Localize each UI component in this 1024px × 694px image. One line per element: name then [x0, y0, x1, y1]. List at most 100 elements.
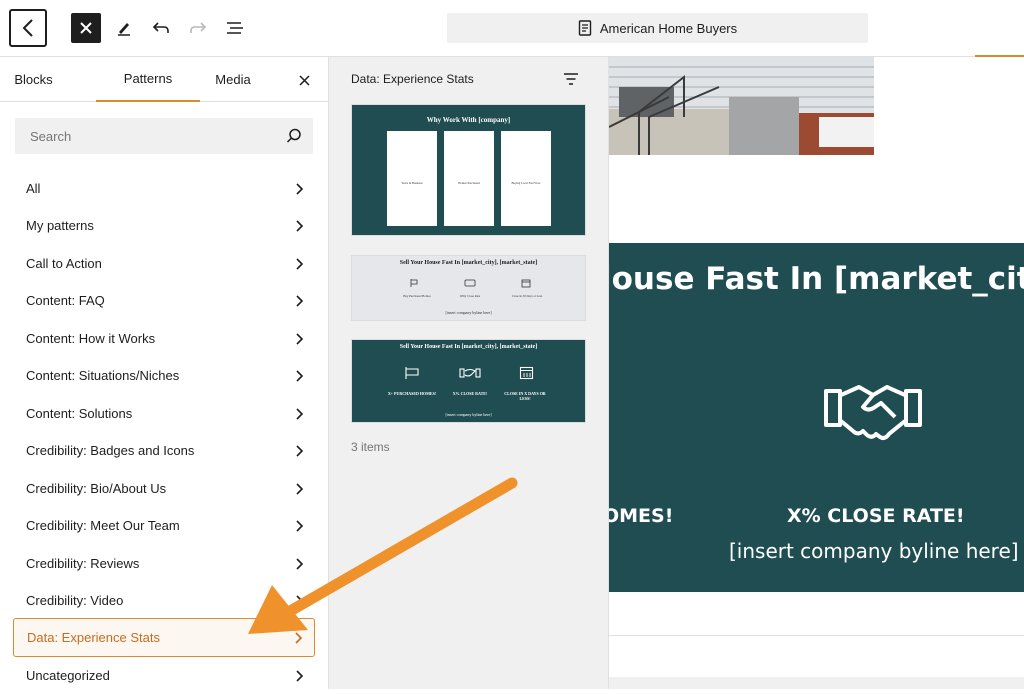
- category-label: All: [26, 181, 41, 196]
- pattern-category-panel: Data: Experience Stats Why Work With [co…: [329, 57, 609, 689]
- redo-icon: [190, 22, 207, 33]
- preview-stat: Willy Close Rate: [459, 294, 481, 298]
- list-view-icon: [227, 22, 243, 34]
- preview-heading: Sell Your House Fast In [market_city], […: [399, 260, 538, 266]
- category-data-experience-stats[interactable]: Data: Experience Stats: [13, 618, 315, 657]
- pattern-category-title: Data: Experience Stats: [351, 72, 474, 86]
- document-overview-button[interactable]: [220, 13, 250, 43]
- category-credibility-reviews[interactable]: Credibility: Reviews: [13, 545, 315, 582]
- chevron-right-icon: [296, 483, 304, 495]
- stat-close-rate[interactable]: X% CLOSE RATE!: [787, 505, 965, 527]
- close-icon: [298, 74, 310, 86]
- chevron-right-icon: [296, 595, 304, 607]
- document-title: American Home Buyers: [599, 20, 738, 36]
- chevron-right-icon: [296, 408, 304, 420]
- editor-canvas[interactable]: louse Fast In [market_city OMES! X% CLOS…: [609, 57, 1024, 689]
- chevron-right-icon: [296, 295, 304, 307]
- pattern-count: 3 items: [351, 440, 390, 454]
- editor-top-toolbar: American Home Buyers: [0, 0, 1024, 58]
- tab-media[interactable]: Media: [200, 57, 266, 102]
- inserter-tabs: Blocks Patterns Media: [0, 57, 329, 102]
- category-label: Content: How it Works: [26, 331, 156, 346]
- preview-byline: [insert company byline here]: [445, 412, 492, 417]
- chevron-right-icon: [296, 520, 304, 532]
- category-content-situations[interactable]: Content: Situations/Niches: [13, 357, 315, 394]
- chevron-right-icon: [296, 220, 304, 232]
- category-label: Uncategorized: [26, 668, 110, 683]
- undo-button[interactable]: [146, 13, 176, 43]
- pencil-icon: [118, 23, 130, 36]
- tab-blocks[interactable]: Blocks: [0, 57, 67, 102]
- close-inserter-button[interactable]: [71, 13, 101, 43]
- category-content-faq[interactable]: Content: FAQ: [13, 282, 315, 319]
- house-photo: [609, 57, 874, 155]
- category-uncategorized[interactable]: Uncategorized: [13, 657, 315, 694]
- chevron-right-icon: [296, 333, 304, 345]
- pattern-preview-sell-your-house-light[interactable]: Sell Your House Fast In [market_city], […: [351, 255, 586, 321]
- category-credibility-badges[interactable]: Credibility: Badges and Icons: [13, 432, 315, 469]
- undo-icon: [152, 22, 169, 33]
- close-panel-button[interactable]: [292, 68, 316, 92]
- chevron-right-icon: [296, 183, 304, 195]
- calendar-icon: [519, 366, 534, 380]
- document-title-bar[interactable]: American Home Buyers: [447, 13, 868, 43]
- chevron-right-icon: [295, 632, 303, 644]
- category-call-to-action[interactable]: Call to Action: [13, 245, 315, 282]
- stat-homes-purchased[interactable]: OMES!: [609, 505, 673, 527]
- category-label: Credibility: Meet Our Team: [26, 518, 180, 533]
- preview-card: Buying Local Fast Wow: [501, 131, 551, 226]
- redo-button[interactable]: [183, 13, 213, 43]
- handshake-icon: [459, 368, 481, 378]
- preview-stat: Buy Purchased Homes: [403, 294, 431, 298]
- preview-heading: Sell Your House Fast In [market_city], […: [399, 344, 538, 350]
- handshake-icon: [464, 279, 476, 287]
- category-content-how-it-works[interactable]: Content: How it Works: [13, 320, 315, 357]
- preview-card: Homes Purchased: [444, 131, 494, 226]
- tools-button[interactable]: [109, 13, 139, 43]
- calendar-icon: [521, 279, 531, 288]
- back-button[interactable]: [9, 9, 47, 47]
- preview-stat: X+ PURCHASED HOMES!: [387, 391, 437, 396]
- pattern-search: [15, 118, 313, 154]
- preview-stat: Close In 30 Days or Less: [511, 294, 543, 298]
- category-my-patterns[interactable]: My patterns: [13, 207, 315, 244]
- search-icon[interactable]: [285, 127, 303, 145]
- pattern-preview-why-work-with[interactable]: Why Work With [company] Years In Busines…: [351, 104, 586, 236]
- sign-icon: [405, 367, 419, 379]
- company-byline[interactable]: [insert company byline here]: [729, 539, 1019, 563]
- category-label: Content: FAQ: [26, 293, 105, 308]
- handshake-icon: [824, 385, 922, 440]
- category-all[interactable]: All: [13, 170, 315, 207]
- chevron-right-icon: [296, 370, 304, 382]
- preview-card-label: Years In Business: [401, 181, 423, 185]
- chevron-right-icon: [296, 558, 304, 570]
- category-label: Credibility: Video: [26, 593, 124, 608]
- category-label: Content: Solutions: [26, 406, 133, 421]
- chevron-right-icon: [296, 670, 304, 682]
- stats-heading[interactable]: louse Fast In [market_city: [609, 261, 1024, 297]
- preview-stat: CLOSE IN X DAYS OR LESS!: [504, 391, 546, 401]
- house-image: [609, 57, 874, 155]
- category-credibility-video[interactable]: Credibility: Video: [13, 582, 315, 619]
- category-label: Call to Action: [26, 256, 102, 271]
- category-label: Data: Experience Stats: [27, 630, 160, 645]
- page-icon: [578, 20, 592, 36]
- category-label: Credibility: Badges and Icons: [26, 443, 195, 458]
- category-label: Credibility: Bio/About Us: [26, 481, 167, 496]
- stats-section[interactable]: louse Fast In [market_city OMES! X% CLOS…: [609, 243, 1024, 592]
- tab-patterns[interactable]: Patterns: [96, 57, 200, 102]
- preview-stat: X% CLOSE RATE!: [452, 391, 488, 396]
- search-input[interactable]: [15, 118, 275, 154]
- divider: [609, 635, 1024, 636]
- filter-icon[interactable]: [562, 70, 580, 88]
- category-credibility-team[interactable]: Credibility: Meet Our Team: [13, 507, 315, 544]
- chevron-right-icon: [296, 258, 304, 270]
- pattern-preview-sell-your-house-dark[interactable]: Sell Your House Fast In [market_city], […: [351, 339, 586, 423]
- category-credibility-bio[interactable]: Credibility: Bio/About Us: [13, 470, 315, 507]
- chevron-right-icon: [296, 445, 304, 457]
- preview-byline: [insert company byline here]: [445, 310, 492, 315]
- category-label: Content: Situations/Niches: [26, 368, 180, 383]
- category-content-solutions[interactable]: Content: Solutions: [13, 395, 315, 432]
- preview-card-label: Buying Local Fast Wow: [511, 181, 541, 185]
- category-label: My patterns: [26, 218, 94, 233]
